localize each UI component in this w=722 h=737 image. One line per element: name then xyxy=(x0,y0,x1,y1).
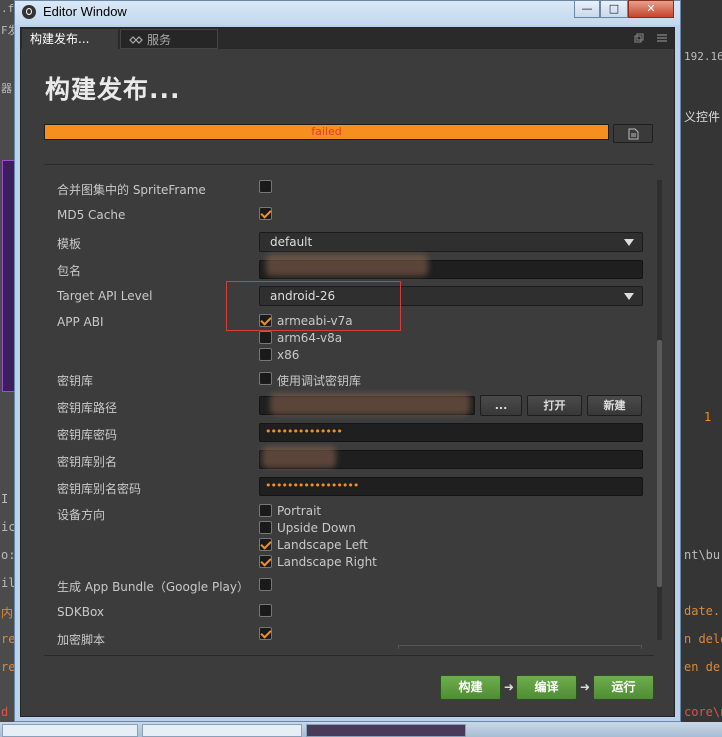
background-panel-title: 义控件 xyxy=(684,110,721,124)
sdkbox-checkbox[interactable] xyxy=(259,604,272,617)
orientation-portrait-checkbox[interactable] xyxy=(259,504,272,517)
orientation-landscape-right-label: Landscape Right xyxy=(277,555,377,569)
chevron-down-icon xyxy=(624,293,634,300)
background-log-line: nt\bu xyxy=(684,548,721,562)
app-icon xyxy=(22,5,36,19)
section-divider xyxy=(44,164,654,165)
arrow-right-icon: ➜ xyxy=(504,680,515,694)
taskbar-item[interactable] xyxy=(142,724,302,737)
keystore-password-label: 密钥库密码 xyxy=(57,428,118,442)
keystore-path-label: 密钥库路径 xyxy=(57,401,118,415)
orientation-upside-down-checkbox[interactable] xyxy=(259,521,272,534)
new-keystore-button[interactable]: 新建 xyxy=(587,395,642,416)
app-bundle-checkbox[interactable] xyxy=(259,578,272,591)
background-log-line: core\na xyxy=(684,705,722,719)
background-log-line: n dele xyxy=(684,632,722,646)
keystore-alias-password-input[interactable]: ••••••••••••••••• xyxy=(259,477,643,496)
keystore-alias-label: 密钥库别名 xyxy=(57,455,118,469)
compile-button[interactable]: 编译 xyxy=(516,675,577,700)
menu-icon[interactable] xyxy=(657,33,667,43)
scrollbar-thumb[interactable] xyxy=(657,340,662,587)
redacted-area xyxy=(270,393,470,415)
keystore-label: 密钥库 xyxy=(57,374,94,388)
chevron-down-icon xyxy=(624,239,634,246)
open-keystore-button[interactable]: 打开 xyxy=(527,395,582,416)
target-api-level-label: Target API Level xyxy=(57,289,153,303)
taskbar-item[interactable] xyxy=(2,724,138,737)
page-title: 构建发布... xyxy=(45,75,181,104)
tab-services[interactable]: 服务 xyxy=(120,29,218,49)
orientation-upside-down-label: Upside Down xyxy=(277,521,356,535)
popout-icon[interactable] xyxy=(634,33,644,43)
document-icon xyxy=(628,128,639,140)
maximize-button[interactable]: □ xyxy=(600,0,628,18)
sdkbox-label: SDKBox xyxy=(57,605,105,619)
orientation-portrait-label: Portrait xyxy=(277,504,322,518)
package-name-label: 包名 xyxy=(57,264,82,278)
build-status-text: failed xyxy=(311,125,342,138)
build-progress-bar: failed xyxy=(44,124,609,140)
redacted-area xyxy=(262,446,336,468)
footer-divider xyxy=(44,655,654,656)
arrow-right-icon: ➜ xyxy=(580,680,591,694)
tab-services-label: 服务 xyxy=(147,33,172,47)
close-button[interactable]: ✕ xyxy=(628,0,674,18)
app-abi-label: APP ABI xyxy=(57,315,104,329)
truncated-field-edge xyxy=(398,645,642,649)
open-log-button[interactable] xyxy=(613,124,653,143)
tab-build-release[interactable]: 构建发布... xyxy=(22,29,118,49)
debug-keystore-label: 使用调试密钥库 xyxy=(277,374,362,388)
background-number: 1 xyxy=(704,410,712,424)
background-snippet: 器 xyxy=(1,82,12,95)
minimize-button[interactable]: — xyxy=(574,0,600,18)
abi-arm64-v8a-label: arm64-v8a xyxy=(277,331,343,345)
merge-spriteframe-label: 合并图集中的 SpriteFrame xyxy=(57,183,206,197)
orientation-landscape-left-label: Landscape Left xyxy=(277,538,368,552)
md5-cache-checkbox[interactable] xyxy=(259,207,272,220)
services-icon xyxy=(129,36,143,44)
orientation-landscape-right-checkbox[interactable] xyxy=(259,555,272,568)
app-bundle-label: 生成 App Bundle（Google Play） xyxy=(57,580,250,594)
background-log-line: 内 xyxy=(1,606,14,620)
abi-arm64-v8a-checkbox[interactable] xyxy=(259,331,272,344)
template-label: 模板 xyxy=(57,237,82,251)
template-select[interactable]: default xyxy=(259,232,643,252)
annotation-highlight-box xyxy=(226,281,401,331)
template-select-value: default xyxy=(270,235,313,249)
browse-button[interactable]: ... xyxy=(480,395,522,416)
encrypt-script-label: 加密脚本 xyxy=(57,633,106,647)
redacted-area xyxy=(266,254,428,276)
encrypt-script-checkbox[interactable] xyxy=(259,627,272,640)
tab-bar xyxy=(21,28,674,49)
run-button[interactable]: 运行 xyxy=(593,675,654,700)
orientation-label: 设备方向 xyxy=(57,508,106,522)
keystore-password-input[interactable]: •••••••••••••• xyxy=(259,423,643,442)
orientation-landscape-left-checkbox[interactable] xyxy=(259,538,272,551)
background-log-line: I xyxy=(1,492,9,506)
build-button[interactable]: 构建 xyxy=(440,675,501,700)
abi-x86-label: x86 xyxy=(277,348,300,362)
background-log-line: en de xyxy=(684,660,721,674)
merge-spriteframe-checkbox[interactable] xyxy=(259,180,272,193)
abi-x86-checkbox[interactable] xyxy=(259,348,272,361)
md5-cache-label: MD5 Cache xyxy=(57,208,126,222)
debug-keystore-checkbox[interactable] xyxy=(259,372,272,385)
background-log-line: date. xyxy=(684,604,721,618)
keystore-alias-password-label: 密钥库别名密码 xyxy=(57,482,142,496)
window-title: Editor Window xyxy=(43,4,127,19)
background-ip-text: 192.16 xyxy=(684,50,722,63)
taskbar-item[interactable] xyxy=(306,724,466,737)
